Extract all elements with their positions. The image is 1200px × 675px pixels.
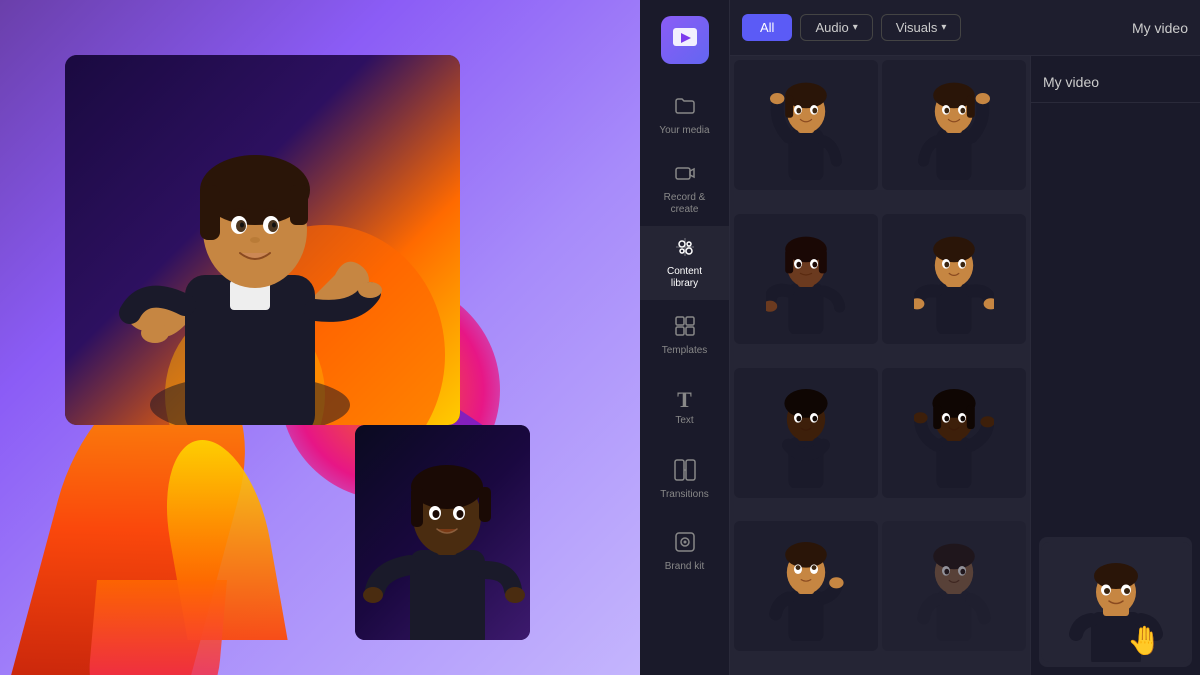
content-area: All Audio ▾ Visuals ▾ My video [730,0,1200,675]
toolbar: All Audio ▾ Visuals ▾ My video [730,0,1200,56]
main-card-background [65,55,460,425]
camera-icon [674,162,696,184]
transitions-icon [674,459,696,485]
text-icon: T [677,389,692,411]
grid-preview-container: My video [730,56,1200,675]
visuals-label: Visuals [896,20,938,35]
blob-decoration-4 [83,580,227,675]
templates-icon [674,315,696,341]
small-avatar-svg [355,425,530,640]
avatar-5-svg [766,378,846,488]
avatar-cell-1[interactable] [734,60,878,190]
content-library-icon [674,236,696,262]
text-label: Text [675,415,693,427]
avatar-cell-7[interactable] [734,521,878,651]
sidebar-item-record-create[interactable]: Record & create [640,152,729,226]
my-video-label: My video [1132,20,1188,36]
avatar-cell-4[interactable] [882,214,1026,344]
visuals-dropdown-icon: ▾ [941,22,946,33]
small-video-card [355,425,530,640]
all-filter-button[interactable]: All [742,14,792,41]
your-media-icon [674,95,696,121]
preview-thumbnail[interactable]: 🤚 [1039,537,1192,667]
folder-icon [674,95,696,117]
avatar-3-svg [766,224,846,334]
sidebar: Your media Record & create [640,0,730,675]
sidebar-item-your-media[interactable]: Your media [640,80,729,152]
sidebar-item-templates[interactable]: Templates [640,300,729,372]
audio-label: Audio [815,20,848,35]
visuals-filter-button[interactable]: Visuals ▾ [881,14,962,41]
brand-icon [674,531,696,557]
sidebar-item-content-library[interactable]: Content library [640,226,729,300]
audio-filter-button[interactable]: Audio ▾ [800,14,872,41]
preview-header: My video [1031,56,1200,103]
sidebar-item-brand-kit[interactable]: Brand kit [640,516,729,588]
sparkle-icon [674,236,696,258]
content-library-label: Content library [667,266,702,290]
transitions-svg-icon [674,459,696,481]
avatar-cell-3[interactable] [734,214,878,344]
brand-kit-label: Brand kit [665,561,704,573]
record-create-label: Record & create [664,192,706,216]
avatar-2-svg [914,70,994,180]
avatar-7-svg [766,531,846,641]
right-panel: Your media Record & create [640,0,1200,675]
small-card-background [355,425,530,640]
templates-label: Templates [662,345,708,357]
preview-title: My video [1043,74,1099,90]
transitions-label: Transitions [660,489,709,501]
record-icon [674,162,696,188]
preview-spacer [1031,103,1200,529]
avatar-cell-6[interactable] [882,368,1026,498]
avatar-8-svg [914,531,994,641]
avatar-4-svg [914,224,994,334]
logo-icon [671,26,699,54]
avatar-cell-5[interactable] [734,368,878,498]
brand-svg-icon [674,531,696,553]
main-avatar-svg [65,55,460,425]
avatar-6-svg [914,378,994,488]
audio-dropdown-icon: ▾ [853,22,858,33]
avatar-1-svg [766,70,846,180]
your-media-label: Your media [659,125,709,137]
avatar-cell-2[interactable] [882,60,1026,190]
grid-icon [674,315,696,337]
sidebar-item-text[interactable]: T Text [640,372,729,444]
preview-panel: My video [1030,56,1200,675]
main-video-card [65,55,460,425]
preview-avatar-svg [1041,542,1191,662]
background-area [0,0,640,675]
sidebar-item-transitions[interactable]: Transitions [640,444,729,516]
avatar-cell-8[interactable] [882,521,1026,651]
avatar-grid [730,56,1030,675]
app-logo[interactable] [661,16,709,64]
